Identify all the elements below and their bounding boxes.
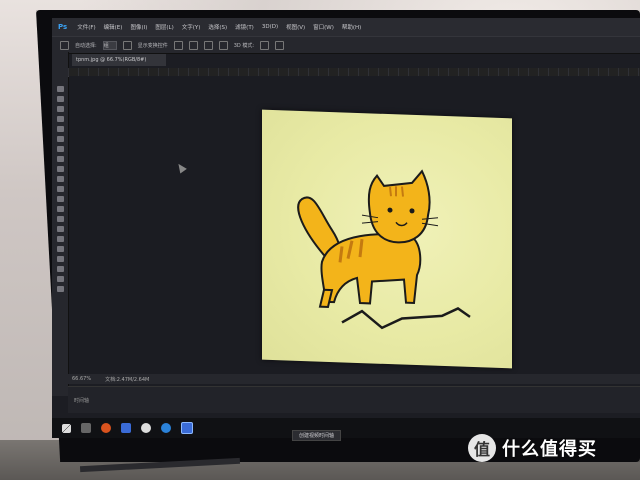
- auto-select-value: 组: [103, 42, 109, 49]
- align-right-icon[interactable]: [203, 40, 213, 50]
- path-select-icon[interactable]: [56, 246, 64, 252]
- tools-panel: [52, 52, 69, 396]
- status-bar: 66.67% 文档:2.47M/2.64M: [68, 374, 640, 384]
- shape-tool-icon[interactable]: [56, 256, 64, 262]
- menu-file[interactable]: 文件(F): [75, 23, 97, 31]
- crop-tool-icon[interactable]: [56, 126, 64, 132]
- menu-window[interactable]: 窗口(W): [311, 23, 336, 31]
- cat-image: [262, 109, 512, 369]
- menu-select[interactable]: 选择(S): [206, 23, 229, 31]
- windows-start-icon[interactable]: [62, 423, 71, 433]
- move-tool-icon[interactable]: [56, 86, 64, 92]
- align-left-icon[interactable]: [173, 40, 183, 50]
- 3d-mode-label: 3D 模式:: [233, 42, 255, 49]
- document-tab[interactable]: tpnm.jpg @ 66.7%(RGB/8#): [72, 54, 166, 66]
- transform-checkbox[interactable]: [122, 40, 132, 50]
- watermark-logo-icon: 值: [468, 434, 496, 462]
- options-bar: 自动选择: 组 显示变换控件 3D 模式:: [52, 36, 640, 54]
- menu-help[interactable]: 帮助(H): [340, 23, 363, 31]
- lasso-tool-icon[interactable]: [56, 106, 64, 112]
- healing-brush-icon[interactable]: [56, 146, 64, 152]
- cat-drawing: [297, 169, 471, 330]
- eyedropper-tool-icon[interactable]: [56, 136, 64, 142]
- menu-layer[interactable]: 图层(L): [153, 23, 175, 31]
- search-icon[interactable]: [141, 423, 151, 433]
- move-tool-icon[interactable]: [60, 40, 69, 50]
- color-swatch-icon[interactable]: [56, 286, 64, 292]
- zoom-level: 66.67%: [72, 376, 92, 382]
- file-explorer-icon[interactable]: [81, 423, 91, 433]
- blur-tool-icon[interactable]: [56, 206, 64, 212]
- menu-edit[interactable]: 编辑(E): [102, 23, 125, 31]
- hand-tool-icon[interactable]: [56, 266, 64, 272]
- watermark: 值 什么值得买: [468, 434, 597, 462]
- show-transform-label: 显示变换控件: [137, 42, 168, 49]
- clone-stamp-icon[interactable]: [56, 166, 64, 172]
- 3d-rotate-icon[interactable]: [260, 40, 270, 50]
- align-center-icon[interactable]: [188, 40, 198, 50]
- menu-bar: Ps 文件(F) 编辑(E) 图像(I) 图层(L) 文字(Y) 选择(S) 滤…: [52, 18, 640, 36]
- menu-view[interactable]: 视图(V): [284, 23, 307, 31]
- document-size: 文档:2.47M/2.64M: [105, 376, 150, 383]
- eraser-tool-icon[interactable]: [56, 186, 64, 192]
- ps-logo: Ps: [58, 23, 68, 31]
- marquee-tool-icon[interactable]: [56, 96, 64, 102]
- firefox-icon[interactable]: [101, 423, 111, 433]
- history-brush-icon[interactable]: [56, 176, 64, 182]
- menu-filter[interactable]: 滤镜(T): [233, 23, 256, 31]
- timeline-panel: 时间轴: [68, 386, 640, 413]
- zoom-tool-icon[interactable]: [56, 276, 64, 282]
- photoshop-screen: Ps 文件(F) 编辑(E) 图像(I) 图层(L) 文字(Y) 选择(S) 滤…: [52, 18, 640, 438]
- type-tool-icon[interactable]: [56, 236, 64, 242]
- menu-3d[interactable]: 3D(D): [260, 24, 280, 30]
- auto-select-dropdown[interactable]: 组: [102, 40, 117, 50]
- browser-icon[interactable]: [161, 423, 171, 433]
- menu-image[interactable]: 图像(I): [128, 23, 149, 31]
- dodge-tool-icon[interactable]: [56, 216, 64, 222]
- auto-select-label: 自动选择:: [75, 42, 97, 49]
- distribute-icon[interactable]: [218, 40, 228, 50]
- active-window-icon[interactable]: [181, 422, 193, 434]
- timeline-create-label: 创建视频时间轴: [299, 433, 335, 439]
- timeline-create-button[interactable]: 创建视频时间轴: [292, 430, 342, 441]
- watermark-text: 什么值得买: [502, 439, 597, 460]
- brush-tool-icon[interactable]: [56, 156, 64, 162]
- timeline-label: 时间轴: [74, 398, 90, 404]
- document-tab-title: tpnm.jpg @ 66.7%(RGB/8#): [76, 57, 147, 63]
- menu-type[interactable]: 文字(Y): [180, 23, 203, 31]
- quick-select-tool-icon[interactable]: [56, 116, 64, 122]
- photoshop-taskbar-icon[interactable]: [121, 423, 131, 433]
- pen-tool-icon[interactable]: [56, 226, 64, 232]
- gradient-tool-icon[interactable]: [56, 196, 64, 202]
- 3d-pan-icon[interactable]: [275, 40, 285, 50]
